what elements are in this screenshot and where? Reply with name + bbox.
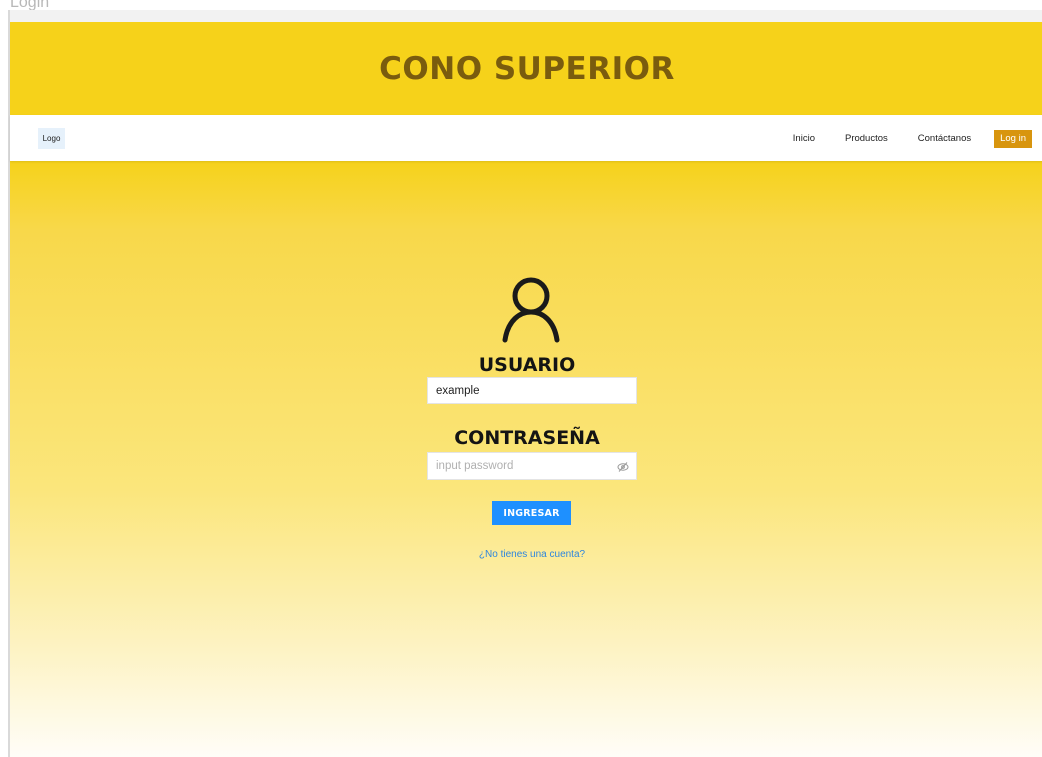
header-banner: CONO SUPERIOR	[10, 22, 1042, 115]
password-input[interactable]	[428, 453, 624, 479]
nav-link-inicio[interactable]: Inicio	[793, 133, 815, 144]
username-label: USUARIO	[478, 354, 576, 376]
register-link[interactable]: ¿No tienes una cuenta?	[10, 549, 1042, 560]
site-title: CONO SUPERIOR	[379, 50, 675, 87]
nav-links: Inicio Productos Contáctanos Log in	[793, 128, 1032, 149]
username-input[interactable]	[427, 377, 637, 404]
login-button[interactable]: Log in	[994, 129, 1032, 148]
password-label: CONTRASEÑA	[454, 427, 600, 449]
page-frame: CONO SUPERIOR Logo Inicio Productos Cont…	[10, 10, 1042, 757]
eye-slash-icon[interactable]	[617, 461, 629, 473]
nav-link-productos[interactable]: Productos	[845, 133, 888, 144]
nav-link-contactanos[interactable]: Contáctanos	[918, 133, 971, 144]
password-field	[427, 452, 637, 480]
user-icon	[502, 277, 560, 343]
top-strip	[10, 10, 1042, 22]
submit-button[interactable]: INGRESAR	[492, 501, 571, 525]
navbar: Logo Inicio Productos Contáctanos Log in	[10, 115, 1042, 161]
logo[interactable]: Logo	[38, 128, 65, 149]
